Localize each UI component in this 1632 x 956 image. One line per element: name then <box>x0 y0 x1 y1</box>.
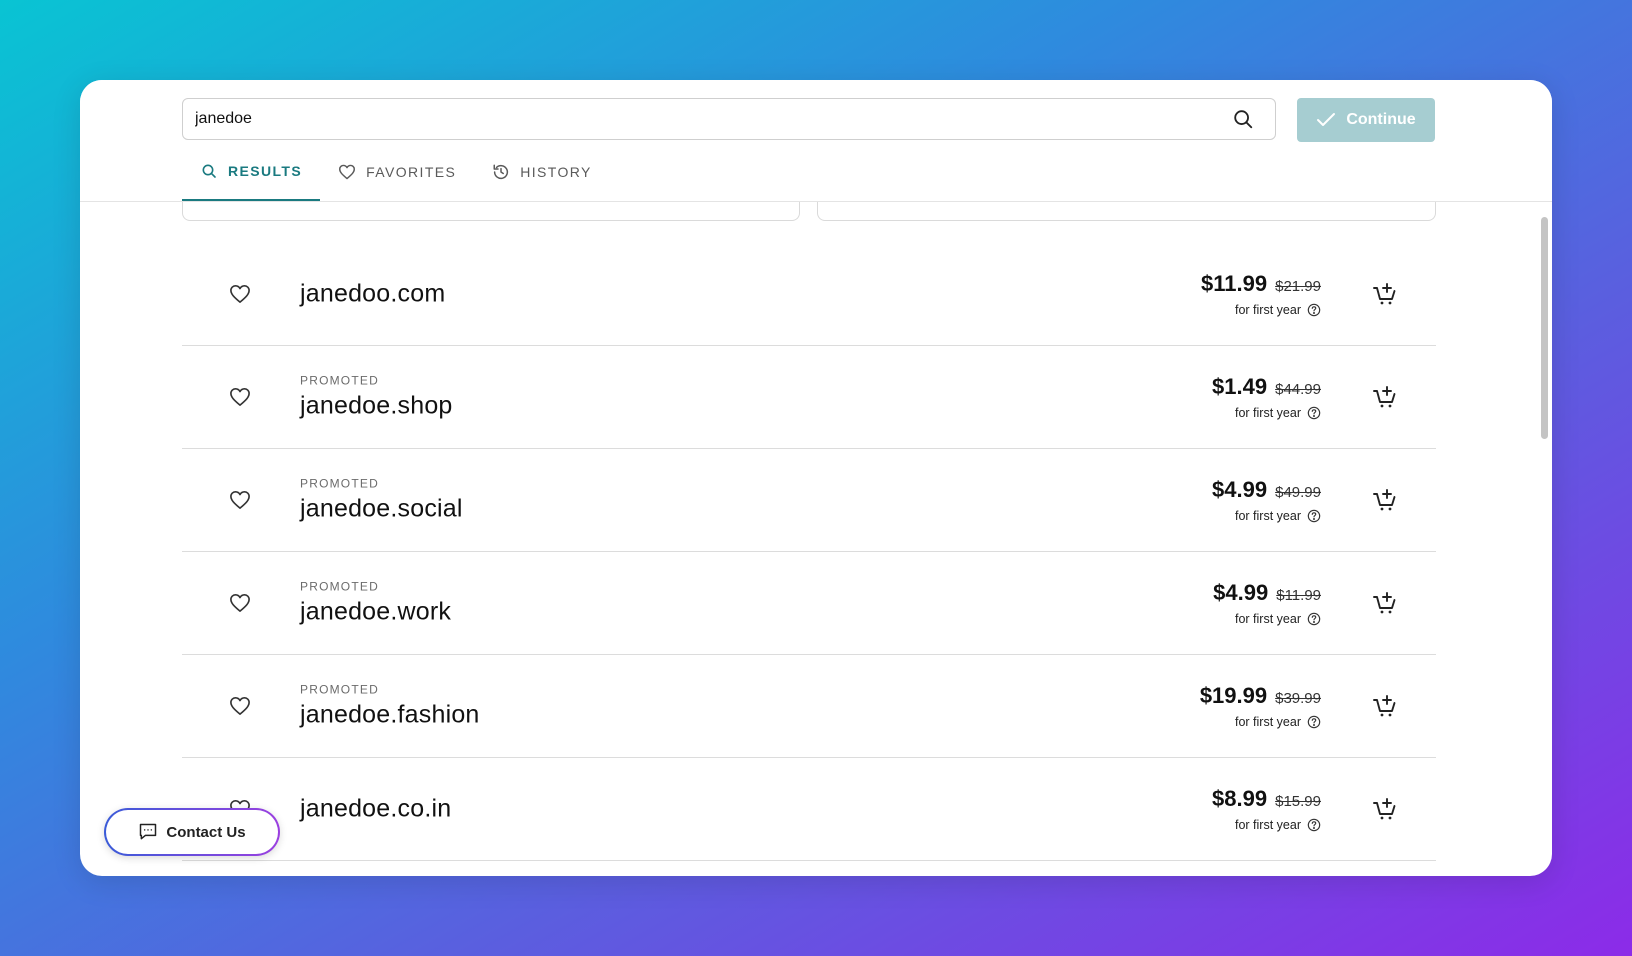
price-original: $21.99 <box>1275 278 1321 295</box>
price-block: $4.99 $49.99 for first year <box>1212 477 1321 523</box>
price-current: $11.99 <box>1201 271 1268 296</box>
help-icon[interactable] <box>1307 303 1321 317</box>
tab-favorites[interactable]: FAVORITES <box>320 142 474 201</box>
price-current: $1.49 <box>1212 374 1268 399</box>
price-note: for first year <box>1235 818 1301 832</box>
help-icon[interactable] <box>1307 406 1321 420</box>
price-current: $8.99 <box>1212 786 1268 811</box>
add-to-cart-icon[interactable] <box>1372 384 1398 410</box>
price-block: $8.99 $15.99 for first year <box>1212 786 1321 832</box>
check-icon <box>1316 112 1336 128</box>
help-icon[interactable] <box>1307 509 1321 523</box>
price-original: $44.99 <box>1275 381 1321 398</box>
result-row: PROMOTED janedoe.work $4.99 $11.99 for f… <box>182 552 1436 655</box>
price-block: $11.99 $21.99 for first year <box>1201 271 1321 317</box>
search-icon <box>200 162 218 180</box>
result-row: PROMOTED janedoe.shop $1.49 $44.99 for f… <box>182 346 1436 449</box>
help-icon[interactable] <box>1307 612 1321 626</box>
domain-block: PROMOTED janedoe.work <box>300 580 451 627</box>
price-original: $15.99 <box>1275 793 1321 810</box>
domain-name: janedoe.social <box>300 494 463 523</box>
domain-block: janedoo.com <box>300 280 445 309</box>
price-block: $4.99 $11.99 for first year <box>1213 580 1321 626</box>
heart-icon[interactable] <box>228 694 252 718</box>
domain-name: janedoe.shop <box>300 391 453 420</box>
domain-name: janedoe.co.in <box>300 794 452 823</box>
continue-button[interactable]: Continue <box>1297 98 1435 142</box>
promoted-label: PROMOTED <box>300 579 379 594</box>
result-row: PROMOTED janedoe.social $4.99 $49.99 for… <box>182 449 1436 552</box>
price-note: for first year <box>1235 303 1301 317</box>
results-panel: janedoo.com $11.99 $21.99 for first year <box>80 201 1552 876</box>
filter-card <box>182 201 800 221</box>
help-icon[interactable] <box>1307 818 1321 832</box>
tab-bar: RESULTS FAVORITES HISTORY <box>182 142 610 201</box>
scrollbar[interactable] <box>1541 217 1548 439</box>
price-original: $39.99 <box>1275 690 1321 707</box>
chat-icon <box>138 822 158 842</box>
filter-card <box>817 201 1436 221</box>
price-block: $19.99 $39.99 for first year <box>1200 683 1321 729</box>
header: Continue RESULTS FAVORITES <box>80 80 1552 202</box>
heart-icon[interactable] <box>228 385 252 409</box>
price-current: $4.99 <box>1213 580 1269 605</box>
continue-label: Continue <box>1346 111 1416 128</box>
history-icon <box>492 163 510 181</box>
contact-label: Contact Us <box>166 823 246 841</box>
add-to-cart-icon[interactable] <box>1372 590 1398 616</box>
price-current: $4.99 <box>1212 477 1268 502</box>
search-input[interactable] <box>183 99 1231 139</box>
heart-icon[interactable] <box>228 282 252 306</box>
price-note: for first year <box>1235 612 1301 626</box>
price-current: $19.99 <box>1199 683 1268 708</box>
domain-name: janedoe.work <box>300 597 452 626</box>
tab-label: FAVORITES <box>366 163 457 180</box>
promoted-label: PROMOTED <box>300 476 379 491</box>
tab-label: RESULTS <box>228 162 303 179</box>
price-original: $49.99 <box>1275 484 1321 501</box>
contact-us-button[interactable]: Contact Us <box>104 808 280 856</box>
heart-icon[interactable] <box>228 591 252 615</box>
add-to-cart-icon[interactable] <box>1372 796 1398 822</box>
domain-block: PROMOTED janedoe.social <box>300 477 463 524</box>
result-row: PROMOTED janedoe.fashion $19.99 $39.99 f… <box>182 655 1436 758</box>
domain-block: PROMOTED janedoe.fashion <box>300 683 480 730</box>
heart-icon[interactable] <box>228 488 252 512</box>
price-note: for first year <box>1235 406 1301 420</box>
tab-results[interactable]: RESULTS <box>182 142 321 201</box>
help-icon[interactable] <box>1307 715 1321 729</box>
domain-name: janedoo.com <box>300 279 446 308</box>
result-row: janedoo.com $11.99 $21.99 for first year <box>182 243 1436 346</box>
tab-label: HISTORY <box>520 163 592 180</box>
add-to-cart-icon[interactable] <box>1372 487 1398 513</box>
add-to-cart-icon[interactable] <box>1372 281 1398 307</box>
search-icon[interactable] <box>1231 107 1255 131</box>
app-window: Continue RESULTS FAVORITES <box>80 80 1552 876</box>
domain-name: janedoe.fashion <box>300 700 480 729</box>
promoted-label: PROMOTED <box>300 373 379 388</box>
promoted-label: PROMOTED <box>300 682 379 697</box>
domain-block: janedoe.co.in <box>300 795 451 824</box>
tab-history[interactable]: HISTORY <box>474 142 610 201</box>
price-original: $11.99 <box>1276 587 1321 604</box>
price-note: for first year <box>1235 509 1301 523</box>
result-row: janedoe.co.in $8.99 $15.99 for first yea… <box>182 758 1436 861</box>
add-to-cart-icon[interactable] <box>1372 693 1398 719</box>
heart-icon <box>338 163 356 181</box>
results-list: janedoo.com $11.99 $21.99 for first year <box>182 243 1436 861</box>
domain-block: PROMOTED janedoe.shop <box>300 374 453 421</box>
price-note: for first year <box>1235 715 1301 729</box>
price-block: $1.49 $44.99 for first year <box>1212 374 1321 420</box>
search-box[interactable] <box>182 98 1276 140</box>
